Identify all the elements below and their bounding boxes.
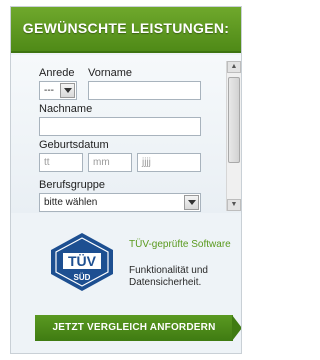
form-scrollbar[interactable]: ▲ ▼	[226, 61, 241, 211]
anrede-select[interactable]: ---	[39, 81, 77, 100]
vorname-label: Vorname	[88, 67, 133, 79]
arrow-right-icon	[232, 315, 241, 341]
scrollbar-thumb[interactable]	[228, 77, 240, 163]
chevron-down-icon[interactable]	[60, 83, 75, 98]
tuv-description: Funktionalität und Datensicherheit.	[129, 265, 208, 288]
widget-header: GEWÜNSCHTE LEISTUNGEN:	[11, 7, 241, 53]
birth-year-field[interactable]: jjjj	[137, 153, 201, 172]
berufsgruppe-value: bitte wählen	[44, 197, 98, 208]
tuv-title: TÜV-geprüfte Software	[129, 239, 231, 250]
vorname-field[interactable]	[88, 81, 201, 100]
birth-day-field[interactable]: tt	[39, 153, 83, 172]
nachname-label: Nachname	[39, 103, 93, 115]
chevron-down-icon[interactable]	[184, 195, 199, 210]
anrede-value: ---	[44, 85, 54, 96]
berufsgruppe-select[interactable]: bitte wählen	[39, 193, 201, 212]
cta-label: JETZT VERGLEICH ANFORDERN	[35, 315, 233, 341]
berufsgruppe-label: Berufsgruppe	[39, 179, 106, 191]
nachname-field[interactable]	[39, 117, 201, 136]
seal-text: TÜV	[68, 253, 97, 269]
seal-subtext: SÜD	[74, 273, 91, 282]
geburtsdatum-label: Geburtsdatum	[39, 139, 109, 151]
scroll-down-icon[interactable]: ▼	[227, 199, 241, 211]
birth-month-field[interactable]: mm	[88, 153, 132, 172]
anrede-label: Anrede	[39, 67, 75, 79]
comparison-widget: GEWÜNSCHTE LEISTUNGEN: Anrede --- Vornam…	[10, 6, 242, 354]
request-comparison-button[interactable]: JETZT VERGLEICH ANFORDERN	[35, 315, 241, 341]
scroll-up-icon[interactable]: ▲	[227, 61, 241, 73]
tuv-seal-icon: TÜV SÜD	[47, 231, 117, 293]
